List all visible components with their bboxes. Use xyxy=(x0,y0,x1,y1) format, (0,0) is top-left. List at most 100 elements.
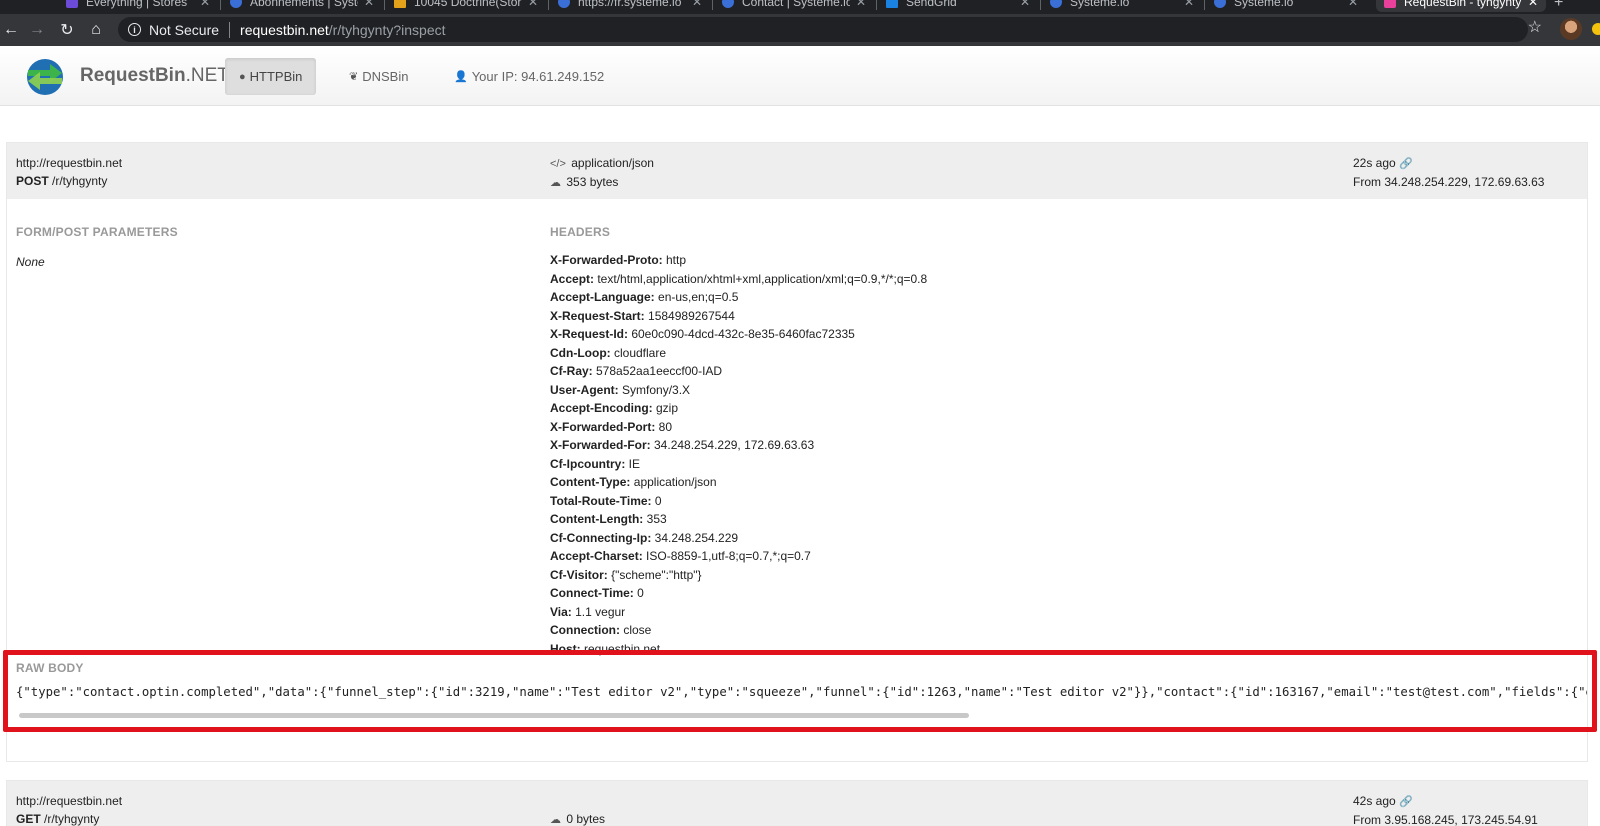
permalink-icon[interactable]: 🔗 xyxy=(1399,158,1413,170)
info-icon[interactable]: i xyxy=(128,23,141,36)
request-time-ago: 22s ago xyxy=(1353,156,1396,170)
header-key: X-Forwarded-Port: xyxy=(550,419,656,434)
request-path: /r/tyhgynty xyxy=(40,812,100,826)
header-value: IE xyxy=(625,456,640,471)
tab-close-icon[interactable]: ✕ xyxy=(364,0,374,9)
header-row: Connection: close xyxy=(550,621,927,640)
browser-tab[interactable]: Systeme.io ✕ xyxy=(1206,0,1366,12)
header-row: Cf-Ipcountry: IE xyxy=(550,455,927,474)
tab-label: https://fr.systeme.io xyxy=(578,0,682,9)
brand-suffix: .NET xyxy=(185,65,229,86)
permalink-icon[interactable]: 🔗 xyxy=(1399,796,1413,808)
tab-label: Abonnements | Systeme.io xyxy=(250,0,358,9)
tab-close-icon[interactable]: ✕ xyxy=(692,0,702,9)
raw-body-scrollbar[interactable] xyxy=(19,713,969,718)
request-from: From 34.248.254.229, 172.69.63.63 xyxy=(1353,175,1545,189)
url-divider xyxy=(229,21,231,38)
tab-label: Everything | Stores xyxy=(86,0,188,9)
nav-dnsbin[interactable]: ❦ DNSBin xyxy=(335,58,422,95)
tab-label: RequestBin - tyhgynty xyxy=(1404,0,1522,9)
tab-close-icon[interactable]: ✕ xyxy=(1184,0,1194,9)
browser-tab[interactable]: Everything | Stores ✕ xyxy=(58,0,218,12)
nav-your-ip: 👤 Your IP: 94.61.249.152 xyxy=(440,58,618,95)
forward-icon[interactable]: → xyxy=(22,15,52,45)
tab-favicon-icon xyxy=(394,0,406,8)
header-key: X-Request-Id: xyxy=(550,327,628,341)
content-type: application/json xyxy=(571,156,654,170)
tab-close-icon[interactable]: ✕ xyxy=(200,0,210,9)
request-card: http://requestbin.net GET /r/tyhgynty ☁ … xyxy=(6,780,1588,826)
nav-httpbin-label: HTTPBin xyxy=(249,69,303,84)
header-row: X-Request-Start: 1584989267544 xyxy=(550,307,927,326)
back-icon[interactable]: ← xyxy=(0,15,22,45)
header-row: Accept-Charset: ISO-8859-1,utf-8;q=0.7,*… xyxy=(550,547,927,566)
header-row: Cf-Ray: 578a52aa1eeccf00-IAD xyxy=(550,362,927,381)
header-value: text/html,application/xhtml+xml,applicat… xyxy=(594,271,928,286)
header-row: Content-Length: 353 xyxy=(550,510,927,529)
nav-ip-label: Your IP: 94.61.249.152 xyxy=(471,69,605,84)
header-value: close xyxy=(620,623,652,637)
extension-icon[interactable] xyxy=(1592,23,1600,35)
code-icon: </> xyxy=(550,158,566,170)
security-label: Not Secure xyxy=(149,21,220,38)
header-row: Connect-Time: 0 xyxy=(550,584,927,603)
browser-tab[interactable]: SendGrid ✕ xyxy=(878,0,1038,12)
tab-close-icon[interactable]: ✕ xyxy=(528,0,538,9)
site-navbar: RequestBin.NET ● HTTPBin ❦ DNSBin 👤 Your… xyxy=(0,46,1600,106)
header-value: 34.248.254.229, 172.69.63.63 xyxy=(650,438,815,452)
leaf-icon: ❦ xyxy=(349,71,359,83)
nav-httpbin[interactable]: ● HTTPBin xyxy=(225,58,317,95)
browser-toolbar: ← → ↻ ⌂ i Not Secure requestbin.net/r/ty… xyxy=(0,14,1600,46)
new-tab-icon[interactable]: + xyxy=(1554,0,1563,12)
headers-title: HEADERS xyxy=(550,225,611,239)
reload-icon[interactable]: ↻ xyxy=(52,15,82,45)
browser-tab[interactable]: Systeme.io ✕ xyxy=(1042,0,1202,12)
request-header: http://requestbin.net GET /r/tyhgynty ☁ … xyxy=(7,781,1587,826)
tab-separator xyxy=(1040,0,1041,10)
header-key: Accept: xyxy=(550,271,595,286)
tab-close-icon[interactable]: ✕ xyxy=(1348,0,1358,9)
home-icon[interactable]: ⌂ xyxy=(82,15,110,45)
header-value: gzip xyxy=(652,401,679,415)
request-host: http://requestbin.net xyxy=(16,156,123,170)
header-key: Cf-Ipcountry: xyxy=(550,456,626,471)
tab-separator xyxy=(1204,0,1205,10)
header-key: Via: xyxy=(550,604,572,619)
requestbin-logo[interactable] xyxy=(24,58,66,96)
tab-close-icon[interactable]: ✕ xyxy=(1020,0,1030,9)
request-header: http://requestbin.net POST /r/tyhgynty <… xyxy=(7,143,1587,199)
address-bar[interactable]: i Not Secure requestbin.net/r/tyhgynty?i… xyxy=(118,17,1528,42)
browser-tab[interactable]: https://fr.systeme.io ✕ xyxy=(550,0,710,12)
header-value: {"scheme":"http"} xyxy=(607,567,702,582)
header-key: Total-Route-Time: xyxy=(550,493,652,508)
header-row: X-Forwarded-For: 34.248.254.229, 172.69.… xyxy=(550,436,927,455)
tab-favicon-icon xyxy=(722,0,734,8)
browser-tab[interactable]: Contact | Systeme.io ✕ xyxy=(714,0,874,12)
user-icon: 👤 xyxy=(454,71,468,83)
url-host: requestbin.net xyxy=(240,21,329,38)
header-value: 1.1 vegur xyxy=(571,604,626,619)
raw-body-content[interactable]: {"type":"contact.optin.completed","data"… xyxy=(16,685,1587,699)
header-key: X-Forwarded-Proto: xyxy=(550,253,663,267)
tab-label: 10045 Doctrine(Stor xyxy=(414,0,522,9)
request-content-info: </> application/json ☁ 353 bytes xyxy=(550,154,654,192)
browser-tab-active[interactable]: RequestBin - tyhgynty ✕ xyxy=(1376,0,1546,12)
nav-dnsbin-label: DNSBin xyxy=(362,69,409,84)
tab-close-icon[interactable]: ✕ xyxy=(856,0,866,9)
header-value: application/json xyxy=(630,475,717,489)
request-size: 0 bytes xyxy=(566,812,606,826)
request-summary: http://requestbin.net POST /r/tyhgynty xyxy=(16,154,122,190)
brand-name[interactable]: RequestBin.NET xyxy=(80,65,229,87)
request-from: From 3.95.168.245, 173.245.54.91 xyxy=(1353,813,1538,826)
browser-tab[interactable]: 10045 Doctrine(Stor ✕ xyxy=(386,0,546,12)
browser-tab[interactable]: Abonnements | Systeme.io ✕ xyxy=(222,0,382,12)
tab-close-icon[interactable]: ✕ xyxy=(1528,0,1538,9)
profile-avatar[interactable] xyxy=(1560,18,1582,40)
header-key: X-Request-Start: xyxy=(550,308,645,323)
header-key: Cf-Ray: xyxy=(550,364,593,378)
bookmark-star-icon[interactable]: ☆ xyxy=(1528,17,1542,37)
request-meta: 22s ago 🔗 From 34.248.254.229, 172.69.63… xyxy=(1353,154,1544,191)
header-key: Cf-Connecting-Ip: xyxy=(550,530,652,545)
header-value: Symfony/3.X xyxy=(618,382,691,397)
header-value: 353 xyxy=(643,512,667,526)
